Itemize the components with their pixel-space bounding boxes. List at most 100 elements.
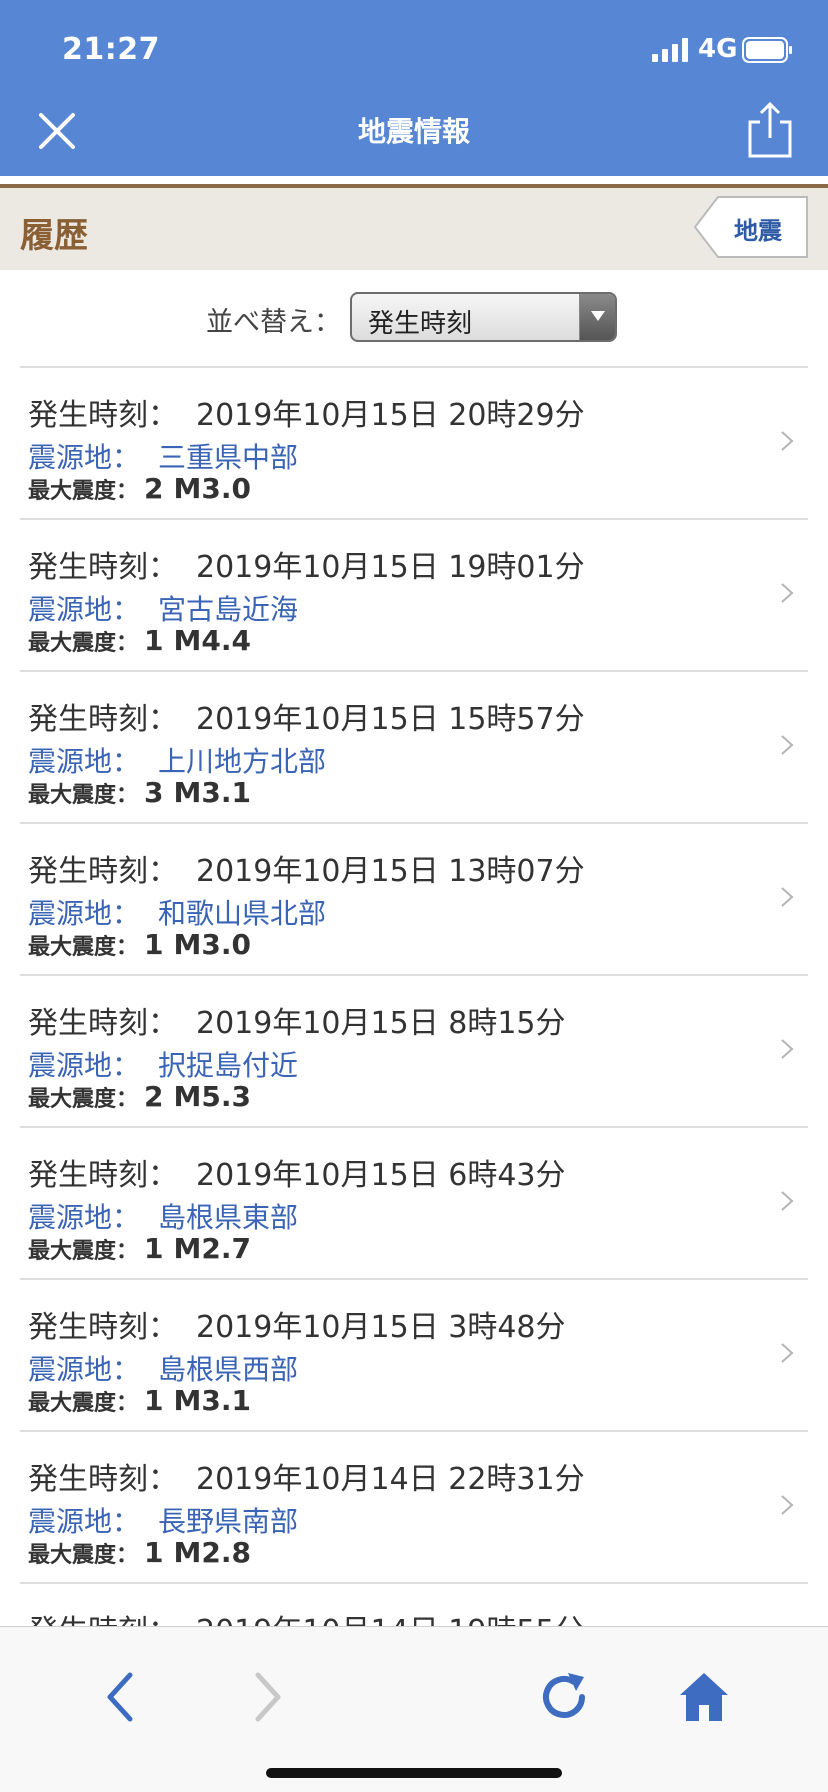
quake-epicenter: 三重県中部 xyxy=(158,441,299,474)
quake-time: 2019年10月14日 22時31分 xyxy=(196,1462,585,1497)
chevron-right-icon xyxy=(781,735,794,755)
quake-time-line: 発生時刻： 2019年10月15日 3時48分 xyxy=(28,1302,566,1346)
quake-list-item[interactable]: 発生時刻： 2019年10月15日 15時57分 震源地： 上川地方北部 最大震度： 3 M… xyxy=(20,670,808,822)
quake-epicenter-line: 震源地： 上川地方北部 xyxy=(28,740,326,780)
earthquake-tag-button[interactable]: 地震 xyxy=(694,196,808,258)
sort-select[interactable]: 発生時刻 xyxy=(350,292,617,342)
quake-intensity-label: 最大震度： xyxy=(28,1239,139,1264)
network-label: 4G xyxy=(698,34,738,64)
quake-intensity: 1 xyxy=(144,1536,164,1569)
back-arrow-icon xyxy=(107,1672,133,1722)
forward-button[interactable] xyxy=(236,1667,296,1727)
quake-epicenter: 長野県南部 xyxy=(158,1505,299,1538)
quake-magnitude: M3.0 xyxy=(173,928,251,961)
quake-list-item[interactable]: 発生時刻： 2019年10月15日 13時07分 震源地： 和歌山県北部 最大震度： 1 M… xyxy=(20,822,808,974)
chevron-right-icon xyxy=(781,1039,794,1059)
battery-icon xyxy=(742,37,792,63)
quake-epicenter-label: 震源地： xyxy=(28,1201,141,1234)
forward-arrow-icon xyxy=(255,1672,281,1722)
earthquake-tag-label: 地震 xyxy=(734,217,782,245)
quake-intensity-line: 最大震度： 2 M3.0 xyxy=(28,472,251,505)
quake-intensity-line: 最大震度： 1 M3.1 xyxy=(28,1384,251,1417)
quake-intensity-line: 最大震度： 1 M3.0 xyxy=(28,928,251,961)
quake-magnitude: M3.1 xyxy=(173,776,251,809)
reload-button[interactable] xyxy=(534,1667,594,1727)
quake-epicenter-label: 震源地： xyxy=(28,1353,141,1386)
share-icon xyxy=(748,101,792,158)
quake-time-line: 発生時刻： 2019年10月14日 19時55分 xyxy=(28,1606,585,1626)
quake-time-label: 発生時刻： xyxy=(28,854,178,889)
quake-intensity: 2 xyxy=(144,1080,164,1113)
quake-time: 2019年10月15日 3時48分 xyxy=(196,1310,566,1345)
quake-epicenter: 択捉島付近 xyxy=(158,1049,299,1082)
quake-intensity-label: 最大震度： xyxy=(28,1543,139,1568)
page-title: 地震情報 xyxy=(357,115,470,148)
quake-list-item[interactable]: 発生時刻： 2019年10月15日 6時43分 震源地： 島根県東部 最大震度： 1 M2.… xyxy=(20,1126,808,1278)
quake-intensity: 3 xyxy=(144,776,164,809)
quake-epicenter-label: 震源地： xyxy=(28,1505,141,1538)
chevron-right-icon xyxy=(781,1191,794,1211)
back-button[interactable] xyxy=(92,1667,152,1727)
quake-epicenter-line: 震源地： 宮古島近海 xyxy=(28,588,298,628)
share-button[interactable] xyxy=(742,100,798,162)
quake-epicenter-line: 震源地： 島根県西部 xyxy=(28,1348,298,1388)
status-bar: 21:27 4G xyxy=(0,0,828,100)
section-bar: 履歴 地震 xyxy=(0,188,828,270)
quake-epicenter: 上川地方北部 xyxy=(158,745,327,778)
quake-time-label: 発生時刻： xyxy=(28,550,178,585)
quake-list-item[interactable]: 発生時刻： 2019年10月15日 20時29分 震源地： 三重県中部 最大震度： 2 M3… xyxy=(20,366,808,518)
quake-intensity-line: 最大震度： 3 M3.1 xyxy=(28,776,251,809)
home-icon xyxy=(680,1673,728,1721)
sort-label: 並べ替え： xyxy=(206,307,341,338)
quake-time-line: 発生時刻： 2019年10月15日 15時57分 xyxy=(28,694,585,738)
quake-epicenter: 島根県西部 xyxy=(158,1353,299,1386)
quake-intensity: 2 xyxy=(144,472,164,505)
quake-time-label: 発生時刻： xyxy=(28,1158,178,1193)
quake-epicenter: 宮古島近海 xyxy=(158,593,299,626)
quake-list-item[interactable]: 発生時刻： 2019年10月15日 19時01分震源地： 宮古島近海 最大震度： 1 M4… xyxy=(20,518,808,670)
quake-epicenter: 和歌山県北部 xyxy=(158,897,327,930)
quake-time-line: 発生時刻： 2019年10月15日 6時43分 xyxy=(28,1150,566,1194)
section-title: 履歴 xyxy=(20,216,88,256)
quake-intensity-line: 最大震度： 1 M2.8 xyxy=(28,1536,251,1569)
quake-time-label: 発生時刻： xyxy=(28,1614,178,1626)
chevron-right-icon xyxy=(781,431,794,451)
quake-intensity: 1 xyxy=(144,624,164,657)
quake-epicenter-label: 震源地： xyxy=(28,593,141,626)
quake-epicenter-label: 震源地： xyxy=(28,745,141,778)
reload-icon xyxy=(543,1673,585,1718)
quake-time: 2019年10月15日 15時57分 xyxy=(196,702,585,737)
quake-time: 2019年10月15日 6時43分 xyxy=(196,1158,566,1193)
chevron-right-icon xyxy=(781,1343,794,1363)
quake-epicenter-line: 震源地： 三重県中部 xyxy=(28,436,298,476)
quake-time-label: 発生時刻： xyxy=(28,1462,178,1497)
home-indicator xyxy=(266,1768,562,1778)
app-header: 21:27 4G 地震情報 xyxy=(0,0,828,176)
quake-time: 2019年10月15日 20時29分 xyxy=(196,398,585,433)
quake-intensity-line: 最大震度： 1 M4.4 xyxy=(28,624,251,657)
quake-list-item[interactable]: 発生時刻： 2019年10月14日 22時31分震源地： 長野県南部 最大震度： 1 M2… xyxy=(20,1430,808,1582)
status-time: 21:27 xyxy=(62,32,160,67)
quake-epicenter-label: 震源地： xyxy=(28,1049,141,1082)
quake-intensity-label: 最大震度： xyxy=(28,935,139,960)
quake-time-label: 発生時刻： xyxy=(28,1006,178,1041)
chevron-right-icon xyxy=(781,1495,794,1515)
quake-epicenter-line: 震源地： 択捉島付近 xyxy=(28,1044,298,1084)
quake-intensity-line: 最大震度： 1 M2.7 xyxy=(28,1232,251,1265)
quake-time: 2019年10月15日 13時07分 xyxy=(196,854,585,889)
quake-intensity-line: 最大震度： 2 M5.3 xyxy=(28,1080,251,1113)
quake-list-item[interactable]: 発生時刻： 2019年10月15日 3時48分震源地： 島根県西部 最大震度： 1 M3.… xyxy=(20,1278,808,1430)
quake-time-label: 発生時刻： xyxy=(28,702,178,737)
quake-time: 2019年10月15日 19時01分 xyxy=(196,550,585,585)
quake-magnitude: M3.1 xyxy=(173,1384,251,1417)
quake-epicenter-line: 震源地： 長野県南部 xyxy=(28,1500,298,1540)
sort-row: 並べ替え： 発生時刻 xyxy=(0,290,828,346)
quake-time-line: 発生時刻： 2019年10月15日 13時07分 xyxy=(28,846,585,890)
chevron-right-icon xyxy=(781,583,794,603)
home-button[interactable] xyxy=(674,1667,734,1727)
quake-epicenter-label: 震源地： xyxy=(28,441,141,474)
quake-list-item[interactable]: 発生時刻： 2019年10月15日 8時15分 震源地： 択捉島付近 最大震度： 2 M5.… xyxy=(20,974,808,1126)
quake-list-item[interactable]: 発生時刻： 2019年10月14日 19時55分 xyxy=(20,1582,808,1626)
signal-icon xyxy=(652,38,688,62)
quake-epicenter-line: 震源地： 和歌山県北部 xyxy=(28,892,326,932)
